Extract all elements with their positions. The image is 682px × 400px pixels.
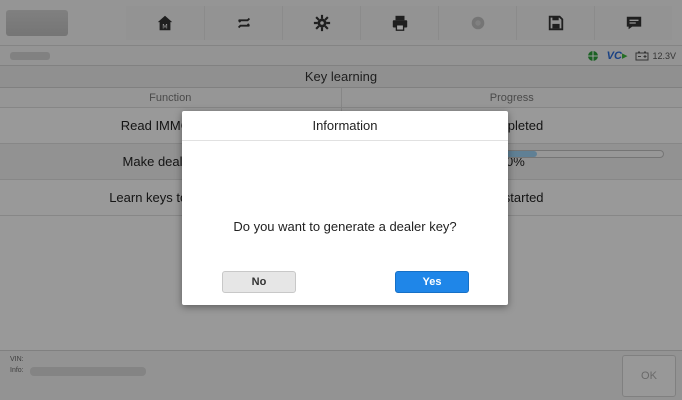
yes-button[interactable]: Yes	[395, 271, 469, 293]
dialog-message: Do you want to generate a dealer key?	[233, 219, 457, 234]
dialog-title: Information	[182, 111, 508, 141]
no-button[interactable]: No	[222, 271, 296, 293]
information-dialog: Information Do you want to generate a de…	[182, 111, 508, 305]
